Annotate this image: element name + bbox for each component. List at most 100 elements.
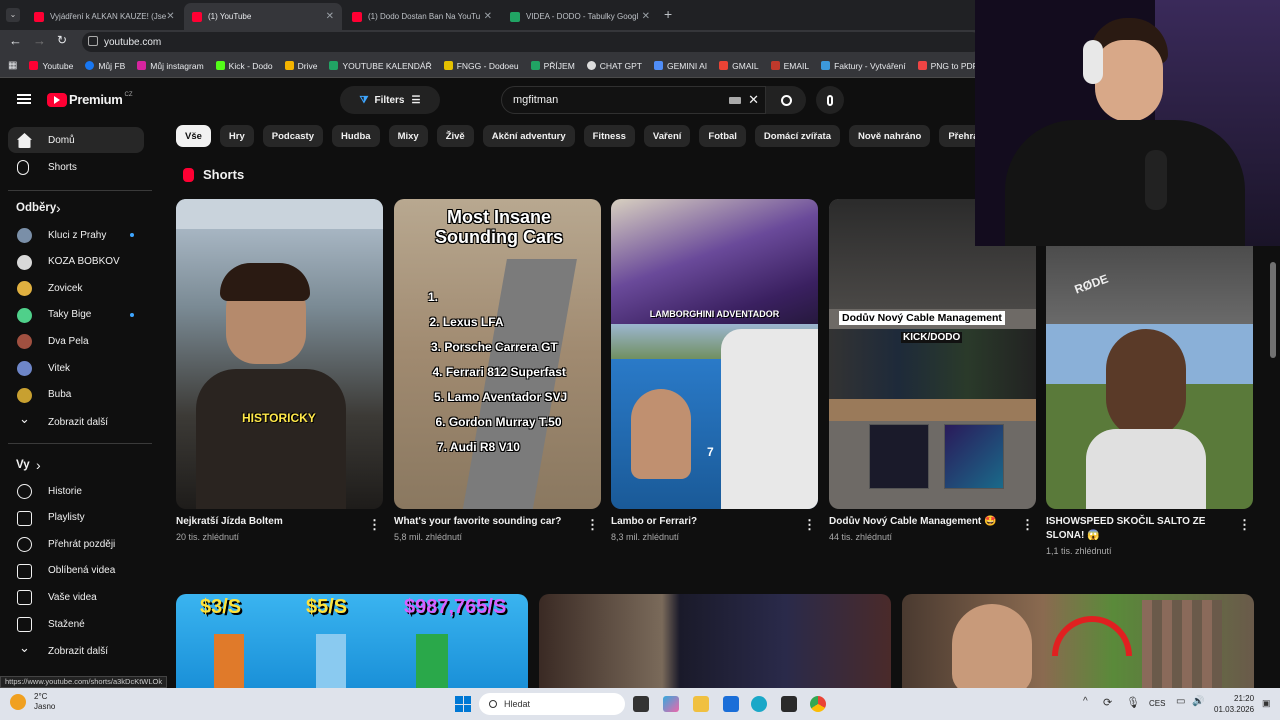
clear-icon[interactable]: ✕ <box>748 92 759 108</box>
chip-2[interactable]: Podcasty <box>262 125 323 147</box>
sidebar-item-home[interactable]: Domů <box>8 127 144 153</box>
bookmark[interactable]: PNG to PDF <box>917 61 978 71</box>
weather-widget[interactable]: 2°C Jasno <box>10 692 55 712</box>
bookmark[interactable]: EMAIL <box>770 61 809 71</box>
taskbar-search[interactable]: Hledat <box>479 693 625 715</box>
close-icon[interactable]: ✕ <box>484 11 492 22</box>
language-indicator[interactable]: CES <box>1149 699 1165 708</box>
chip-1[interactable]: Hry <box>219 125 254 147</box>
more-actions-icon[interactable]: ⋮ <box>1238 517 1251 533</box>
voice-search-button[interactable] <box>816 86 844 114</box>
chip-10[interactable]: Domácí zvířata <box>754 125 840 147</box>
volume-icon[interactable]: 🔊 <box>1192 696 1204 707</box>
forward-icon[interactable]: → <box>33 33 46 48</box>
microphone-tray-icon[interactable]: 🎙 <box>1126 696 1140 709</box>
network-icon[interactable]: ▭ <box>1176 696 1185 707</box>
close-icon[interactable]: ✕ <box>642 11 650 22</box>
back-icon[interactable]: ← <box>9 33 22 48</box>
chip-9[interactable]: Fotbal <box>699 125 746 147</box>
chip-11[interactable]: Nově nahráno <box>848 125 931 147</box>
youtube-logo[interactable]: Premium CZ <box>47 92 133 107</box>
short-title[interactable]: Nejkratší Jízda Boltem <box>176 515 356 529</box>
chip-3[interactable]: Hudba <box>332 125 380 147</box>
tab-menu-icon[interactable]: ⌄ <box>6 8 20 22</box>
filters-button[interactable]: ⧩ Filters ☰ <box>340 86 440 114</box>
sidebar-subscription[interactable]: Buba <box>8 382 144 408</box>
more-actions-icon[interactable]: ⋮ <box>368 517 381 533</box>
chip-6[interactable]: Akční adventury <box>482 125 575 147</box>
tray-chevron-icon[interactable]: ^ <box>1083 696 1088 707</box>
bookmark[interactable]: PŘÍJEM <box>530 61 575 71</box>
sidebar-item-you[interactable]: Oblíbená videa <box>8 558 144 584</box>
search-button[interactable] <box>766 86 806 114</box>
sidebar-subscription[interactable]: Taky Bige <box>8 302 144 328</box>
more-actions-icon[interactable]: ⋮ <box>586 517 599 533</box>
bookmark[interactable]: Drive <box>284 61 317 71</box>
sidebar-item-you[interactable]: Vaše videa <box>8 584 144 610</box>
close-icon[interactable]: ✕ <box>166 11 174 22</box>
sidebar-item-you[interactable]: Stažené <box>8 611 144 637</box>
bookmark[interactable]: YOUTUBE KALENDÁŘ <box>329 61 432 71</box>
bookmark[interactable]: Faktury - Vytváření <box>821 61 906 71</box>
show-more-you[interactable]: ⌄ Zobrazit další <box>8 638 144 664</box>
show-more-subscriptions[interactable]: ⌄ Zobrazit další <box>8 409 144 435</box>
close-icon[interactable]: ✕ <box>326 11 334 22</box>
search-box[interactable]: mgfitman ✕ <box>501 86 766 114</box>
sidebar-subscription[interactable]: Zovicek <box>8 275 144 301</box>
file-explorer-icon[interactable] <box>693 696 709 712</box>
reload-icon[interactable]: ↻ <box>57 33 67 47</box>
task-view-icon[interactable] <box>633 696 649 712</box>
bookmark[interactable]: Youtube <box>29 61 73 71</box>
more-actions-icon[interactable]: ⋮ <box>803 517 816 533</box>
clock[interactable]: 21:20 01.03.2026 <box>1214 693 1254 715</box>
new-tab-button[interactable]: + <box>664 6 672 22</box>
video-thumbnail[interactable]: $3/S $5/S $987,765/S <box>176 594 528 688</box>
chip-8[interactable]: Vaření <box>643 125 691 147</box>
start-button[interactable] <box>455 696 471 712</box>
sidebar-item-shorts[interactable]: Shorts <box>8 154 144 180</box>
short-title[interactable]: Lambo or Ferrari? <box>611 515 791 529</box>
sidebar-item-you[interactable]: Přehrát později <box>8 531 144 557</box>
sidebar-subscription[interactable]: KOZA BOBKOV <box>8 249 144 275</box>
browser-tab-active[interactable]: (1) YouTube ✕ <box>184 3 342 30</box>
scrollbar[interactable] <box>1270 262 1276 358</box>
subscriptions-heading[interactable]: Odběry <box>16 202 56 214</box>
keyboard-icon[interactable] <box>729 97 741 104</box>
sidebar-subscription[interactable]: Kluci z Prahy <box>8 222 144 248</box>
short-thumbnail[interactable]: LAMBORGHINI ADVENTADOR 7 <box>611 199 818 509</box>
sidebar-item-you[interactable]: Playlisty <box>8 505 144 531</box>
search-input[interactable]: mgfitman <box>513 94 558 106</box>
chip-4[interactable]: Mixy <box>388 125 428 147</box>
address-bar[interactable]: youtube.com <box>82 32 982 52</box>
tray-sync-icon[interactable]: ⟳ <box>1103 696 1112 709</box>
more-actions-icon[interactable]: ⋮ <box>1021 517 1034 533</box>
outlook-icon[interactable] <box>723 696 739 712</box>
bookmark[interactable]: FNGG - Dodoeu <box>443 61 519 71</box>
chip-0[interactable]: Vše <box>176 125 211 147</box>
site-info-icon[interactable] <box>88 36 98 46</box>
bookmark[interactable]: Můj instagram <box>137 61 204 71</box>
short-title[interactable]: ISHOWSPEED SKOČIL SALTO ZE SLONA! 😱 <box>1046 515 1226 543</box>
browser-tab[interactable]: VIDEA - DODO - Tabulky Googl ✕ <box>502 3 658 30</box>
notification-icon[interactable]: ▣ <box>1262 698 1271 709</box>
short-thumbnail[interactable]: Most Insane Sounding Cars 1. 2. Lexus LFA… <box>394 199 601 509</box>
bookmark[interactable]: Můj FB <box>85 61 125 71</box>
video-thumbnail[interactable] <box>902 594 1254 688</box>
short-thumbnail[interactable]: HISTORICKY <box>176 199 383 509</box>
you-heading[interactable]: Vy <box>16 459 30 471</box>
bookmark[interactable]: GMAIL <box>719 61 759 71</box>
terminal-icon[interactable] <box>781 696 797 712</box>
video-thumbnail[interactable] <box>539 594 891 688</box>
short-title[interactable]: Dodův Nový Cable Management 🤩 <box>829 515 1009 529</box>
chip-5[interactable]: Živě <box>436 125 474 147</box>
copilot-icon[interactable] <box>663 696 679 712</box>
sidebar-subscription[interactable]: Dva Pela <box>8 328 144 354</box>
edge-icon[interactable] <box>751 696 767 712</box>
short-title[interactable]: What's your favorite sounding car? <box>394 515 574 529</box>
chip-7[interactable]: Fitness <box>583 125 635 147</box>
bookmark[interactable]: GEMINI AI <box>653 61 707 71</box>
bookmark[interactable]: Kick - Dodo <box>215 61 273 71</box>
sidebar-subscription[interactable]: Vitek <box>8 355 144 381</box>
sidebar-item-you[interactable]: Historie <box>8 478 144 504</box>
hamburger-menu-icon[interactable] <box>17 94 31 104</box>
